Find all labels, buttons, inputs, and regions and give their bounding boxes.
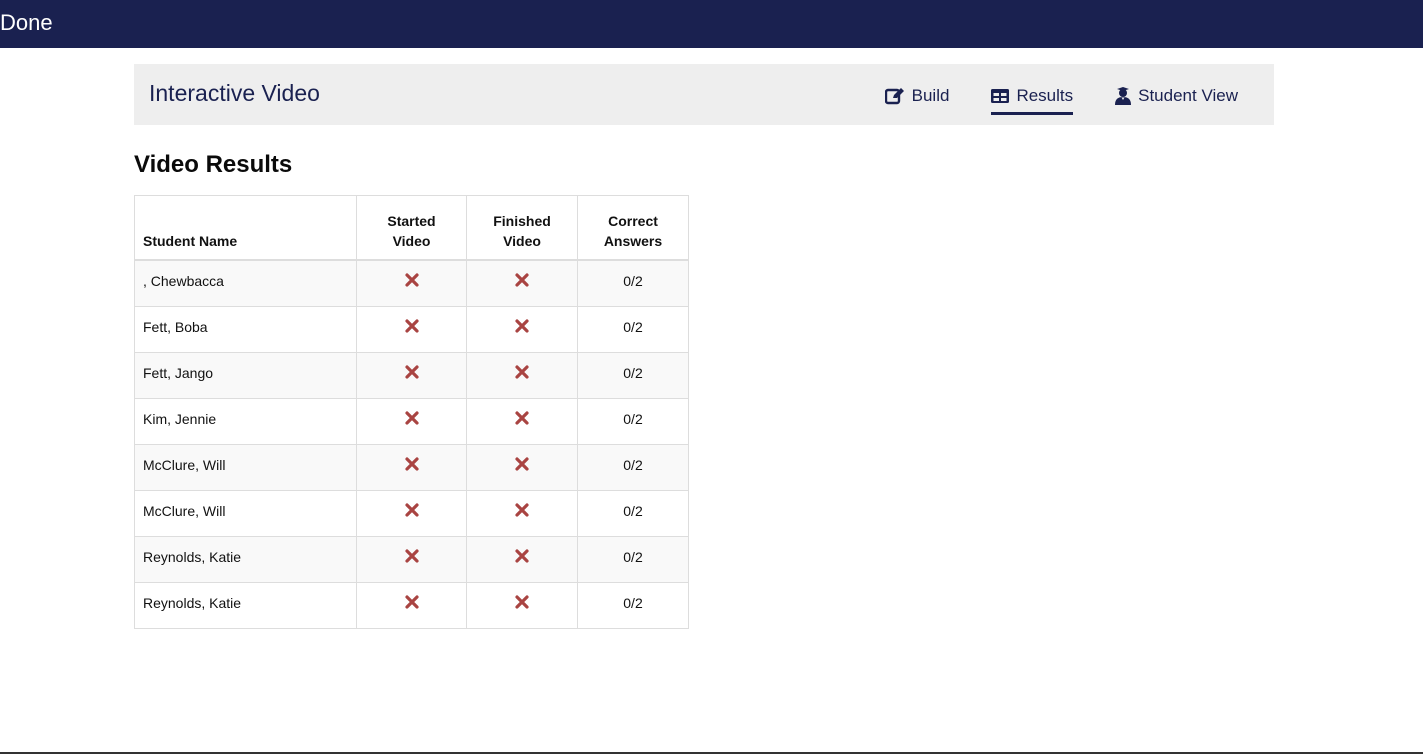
correct-answers-cell: 0/2 (577, 581, 689, 629)
started-video-cell (356, 581, 467, 629)
results-table: Student Name Started Video Finished Video … (134, 195, 689, 629)
x-icon (515, 594, 529, 612)
x-icon (404, 410, 419, 428)
student-icon (1115, 87, 1132, 105)
started-video-cell (356, 397, 467, 445)
tab-build[interactable]: Build (884, 84, 950, 115)
header-started-video: Started Video (356, 195, 467, 261)
student-name-cell: Kim, Jennie (134, 397, 357, 445)
table-row: Fett, Jango 0/2 (134, 351, 689, 399)
student-name-cell: Reynolds, Katie (134, 581, 357, 629)
x-icon (404, 318, 419, 336)
finished-video-cell (466, 581, 578, 629)
started-video-cell (356, 259, 467, 307)
table-row: Fett, Boba 0/2 (134, 305, 689, 353)
started-video-cell (356, 305, 467, 353)
x-icon (515, 548, 529, 566)
student-name-cell: , Chewbacca (134, 259, 357, 307)
correct-answers-cell: 0/2 (577, 259, 689, 307)
x-icon (404, 273, 419, 290)
student-name-cell: Fett, Jango (134, 351, 357, 399)
table-row: McClure, Will 0/2 (134, 489, 689, 537)
finished-video-cell (466, 259, 578, 307)
tab-build-label: Build (911, 86, 950, 105)
header-student-name: Student Name (134, 195, 357, 261)
x-icon (404, 548, 419, 566)
x-icon (515, 273, 529, 290)
table-row: Kim, Jennie 0/2 (134, 397, 689, 445)
tool-header: Interactive Video Build Results Student … (134, 64, 1274, 125)
finished-video-cell (466, 443, 578, 491)
correct-answers-cell: 0/2 (577, 305, 689, 353)
finished-video-cell (466, 351, 578, 399)
finished-video-cell (466, 305, 578, 353)
started-video-cell (356, 535, 467, 583)
x-icon (515, 364, 529, 382)
table-header-row: Student Name Started Video Finished Video … (134, 195, 689, 261)
correct-answers-cell: 0/2 (577, 351, 689, 399)
x-icon (404, 594, 419, 612)
x-icon (515, 502, 529, 520)
started-video-cell (356, 443, 467, 491)
correct-answers-cell: 0/2 (577, 443, 689, 491)
x-icon (515, 410, 529, 428)
table-row: , Chewbacca 0/2 (134, 259, 689, 307)
finished-video-cell (466, 489, 578, 537)
table-row: McClure, Will 0/2 (134, 443, 689, 491)
x-icon (515, 318, 529, 336)
table-row: Reynolds, Katie 0/2 (134, 581, 689, 629)
student-name-cell: Fett, Boba (134, 305, 357, 353)
tab-student-view-label: Student View (1138, 86, 1238, 105)
x-icon (404, 502, 419, 520)
tab-results-label: Results (1016, 86, 1074, 105)
header-correct-answers: Correct Answers (577, 195, 689, 261)
correct-answers-cell: 0/2 (577, 397, 689, 445)
top-bar: Done (0, 0, 1423, 48)
tab-results[interactable]: Results (991, 84, 1074, 115)
tool-title: Interactive Video (149, 80, 320, 106)
correct-answers-cell: 0/2 (577, 535, 689, 583)
table-icon (991, 88, 1010, 104)
student-name-cell: McClure, Will (134, 489, 357, 537)
student-name-cell: Reynolds, Katie (134, 535, 357, 583)
section-title: Video Results (134, 151, 293, 178)
x-icon (404, 364, 419, 382)
edit-icon (884, 87, 905, 105)
header-finished-video: Finished Video (466, 195, 578, 261)
started-video-cell (356, 489, 467, 537)
table-row: Reynolds, Katie 0/2 (134, 535, 689, 583)
started-video-cell (356, 351, 467, 399)
finished-video-cell (466, 397, 578, 445)
x-icon (404, 456, 419, 474)
done-button[interactable]: Done (0, 10, 53, 36)
x-icon (515, 456, 529, 474)
student-name-cell: McClure, Will (134, 443, 357, 491)
tab-student-view[interactable]: Student View (1115, 84, 1238, 115)
finished-video-cell (466, 535, 578, 583)
correct-answers-cell: 0/2 (577, 489, 689, 537)
tab-bar: Build Results Student View (884, 84, 1238, 115)
